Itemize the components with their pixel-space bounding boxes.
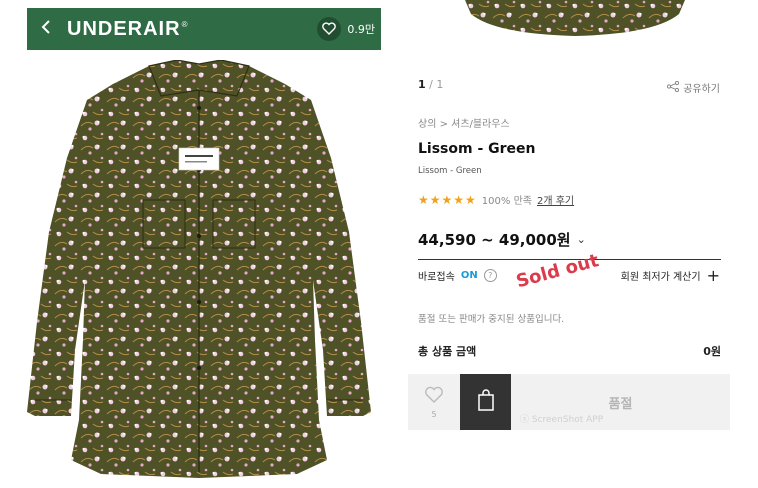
share-button[interactable]: 공유하기 <box>667 80 720 95</box>
wishlist-button[interactable]: 5 <box>408 374 460 430</box>
help-icon[interactable]: ? <box>483 269 497 282</box>
cart-button[interactable] <box>460 374 511 430</box>
price-range[interactable]: 44,590 ~ 49,000원 ⌄ <box>418 229 586 250</box>
like-count: 0.9만 <box>347 23 375 36</box>
product-photo[interactable] <box>27 60 381 480</box>
watermark: ⓢ ScreenShot APP <box>520 415 604 425</box>
app-header: UNDERAIR® 0.9만 <box>27 8 381 50</box>
chevron-left-icon <box>41 19 51 40</box>
quick-access-label: 바로접속 <box>418 272 455 283</box>
rating-row: ★★★★★ 100% 만족 2개 후기 <box>418 192 574 208</box>
image-counter: 1 / 1 <box>418 78 444 91</box>
wishlist-count: 5 <box>431 409 437 419</box>
share-label: 공유하기 <box>683 84 720 95</box>
calculator-label: 회원 최저가 계산기 <box>620 272 701 283</box>
price-text: 44,590 ~ 49,000원 <box>418 231 571 249</box>
product-info-panel: 1 / 1 공유하기 상의 > 셔츠/블라우스 Lissom - Green L… <box>408 0 730 488</box>
heart-outline-icon <box>424 386 444 408</box>
chevron-down-icon: ⌄ <box>576 233 586 246</box>
plus-icon: + <box>706 266 720 285</box>
total-value: 0원 <box>703 345 721 358</box>
star-rating-icon: ★★★★★ <box>418 192 477 207</box>
total-label: 총 상품 금액 <box>418 345 477 358</box>
product-image-panel: UNDERAIR® 0.9만 <box>27 8 381 488</box>
quick-access-toggle[interactable]: 바로접속 ON ? <box>418 268 497 283</box>
quick-access-state: ON <box>460 270 478 281</box>
satisfaction-text: 100% 만족 <box>481 196 532 207</box>
total-amount-row: 총 상품 금액 0원 <box>418 343 721 359</box>
like-button[interactable] <box>317 17 341 41</box>
soldout-notice: 품절 또는 판매가 중지된 상품입니다. <box>418 314 565 325</box>
shopping-bag-icon <box>477 389 495 415</box>
back-button[interactable] <box>33 8 59 50</box>
product-title: Lissom - Green <box>418 141 536 157</box>
product-subtitle: Lissom - Green <box>418 166 482 176</box>
share-icon <box>667 80 680 95</box>
brand-logo: UNDERAIR® <box>67 17 189 40</box>
member-price-calculator-button[interactable]: 회원 최저가 계산기 + <box>621 266 720 285</box>
breadcrumb[interactable]: 상의 > 셔츠/블라우스 <box>418 115 510 130</box>
review-link[interactable]: 2개 후기 <box>537 192 574 207</box>
product-photo-crop <box>465 0 685 36</box>
sold-out-stamp: Sold out <box>514 250 601 293</box>
heart-icon <box>322 20 336 39</box>
